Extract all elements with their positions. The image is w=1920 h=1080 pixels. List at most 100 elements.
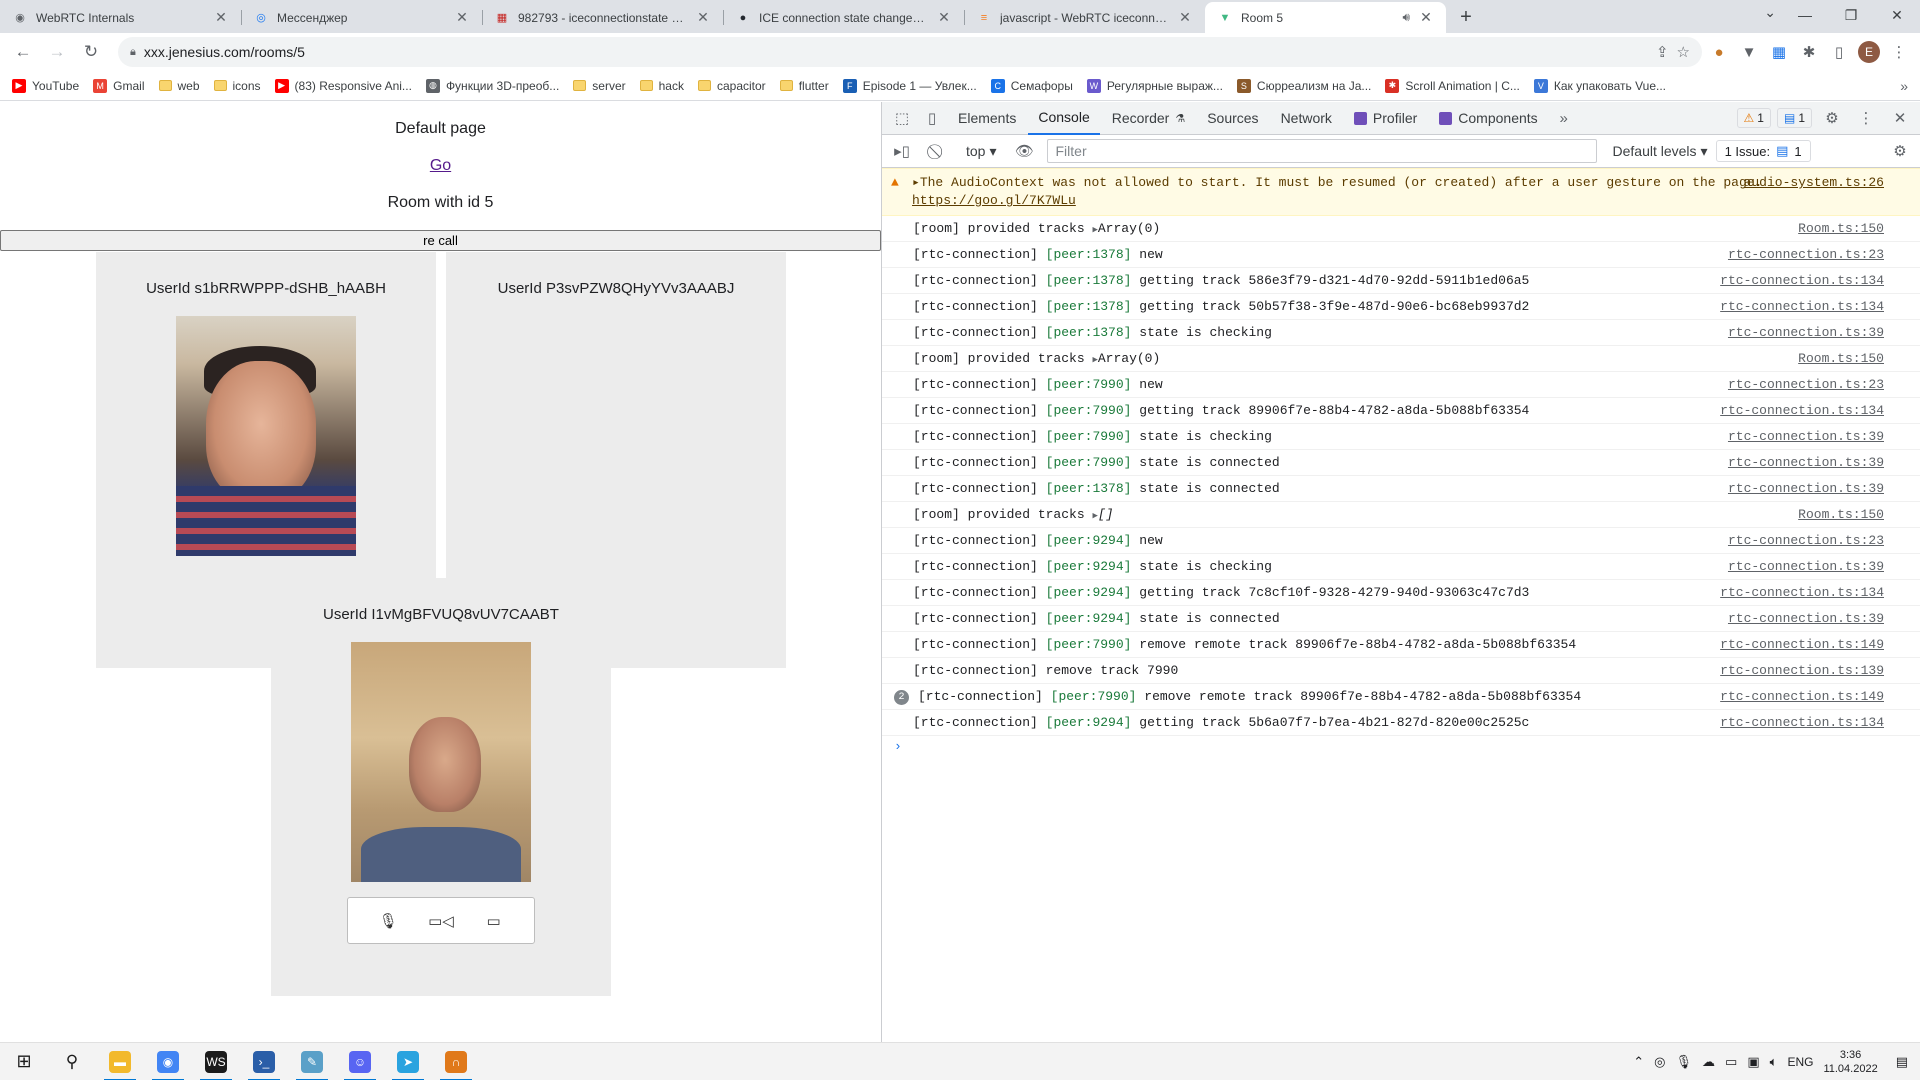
notifications-icon[interactable]: ▤ [1896, 1054, 1908, 1070]
audio-playing-icon[interactable]: 🔊︎ [1402, 10, 1410, 25]
microphone-icon[interactable]: 🎙︎ [376, 909, 400, 933]
warning-count-badge[interactable]: ⚠ 1 [1736, 108, 1771, 128]
bookmark-label[interactable]: Регулярные выраж... [1107, 79, 1223, 93]
telegram-icon[interactable]: ➤ [397, 1050, 419, 1073]
log-source-link[interactable]: rtc-connection.ts:134 [1720, 710, 1884, 735]
profile-avatar[interactable]: E [1856, 39, 1882, 65]
bookmark-label[interactable]: icons [233, 79, 261, 93]
bookmark-label[interactable]: Gmail [113, 79, 144, 93]
minimize-icon[interactable]: — [1782, 0, 1828, 30]
tab-title[interactable]: 982793 - iceconnectionstate doe [518, 11, 687, 25]
taskbar-app[interactable]: WS [192, 1043, 240, 1080]
context-label[interactable]: top [966, 143, 985, 159]
address-bar[interactable]: 🔒︎ xxx.jenesius.com/rooms/5 ⇪ ☆ [118, 37, 1702, 67]
devtools-menu-icon[interactable]: ⋮ [1852, 104, 1880, 132]
bookmark-label[interactable]: Семафоры [1011, 79, 1073, 93]
settings-gear-icon[interactable]: ⚙ [1818, 104, 1846, 132]
close-tab-icon[interactable]: ✕ [1177, 9, 1193, 26]
bookmark-label[interactable]: Функции 3D-преоб... [446, 79, 559, 93]
log-levels-dropdown[interactable]: Default levels ▾ [1613, 143, 1708, 160]
side-panel-icon[interactable]: ▯ [1826, 39, 1852, 65]
bookmark-item[interactable]: icons [213, 79, 261, 93]
bookmark-label[interactable]: Scroll Animation | C... [1405, 79, 1520, 93]
log-source-link[interactable]: Room.ts:150 [1798, 346, 1884, 371]
taskbar-app[interactable]: ✎ [288, 1043, 336, 1080]
issues-label[interactable]: 1 Issue: [1725, 144, 1771, 159]
bookmark-label[interactable]: server [592, 79, 625, 93]
file-explorer-icon[interactable]: ▬ [109, 1050, 131, 1073]
microphone-icon[interactable]: 🎙︎ [1676, 1054, 1693, 1070]
menu-kebab-icon[interactable]: ⋮ [1886, 39, 1912, 65]
powershell-icon[interactable]: ›_ [253, 1050, 275, 1073]
bookmark-label[interactable]: Как упаковать Vue... [1554, 79, 1666, 93]
log-source-link[interactable]: rtc-connection.ts:134 [1720, 268, 1884, 293]
log-source-link[interactable]: rtc-connection.ts:149 [1720, 684, 1884, 709]
bookmark-label[interactable]: (83) Responsive Ani... [295, 79, 412, 93]
log-source-link[interactable]: rtc-connection.ts:39 [1728, 450, 1884, 475]
issues-button[interactable]: 1 Issue: ▤ 1 [1715, 140, 1811, 162]
tab-label[interactable]: Recorder [1112, 110, 1170, 126]
log-source-link[interactable]: rtc-connection.ts:39 [1728, 424, 1884, 449]
bookmark-label[interactable]: flutter [799, 79, 829, 93]
live-expression-eye-icon[interactable]: 👁︎ [1011, 137, 1039, 165]
bookmark-item[interactable]: capacitor [697, 79, 766, 93]
log-source-link[interactable]: rtc-connection.ts:134 [1720, 398, 1884, 423]
back-icon[interactable]: ← [8, 37, 38, 67]
bookmark-label[interactable]: Episode 1 — Увлек... [863, 79, 977, 93]
tab-label[interactable]: Components [1458, 110, 1537, 126]
bookmark-item[interactable]: F Episode 1 — Увлек... [842, 78, 977, 93]
tab-sources[interactable]: Sources [1197, 102, 1268, 135]
bookmarks-overflow-icon[interactable]: » [1900, 78, 1908, 94]
go-link[interactable]: Go [0, 157, 881, 175]
log-source-link[interactable]: rtc-connection.ts:39 [1728, 606, 1884, 631]
log-source-link[interactable]: Room.ts:150 [1798, 216, 1884, 241]
log-source-link[interactable]: rtc-connection.ts:134 [1720, 580, 1884, 605]
taskbar-app[interactable]: ∩ [432, 1043, 480, 1080]
bookmark-item[interactable]: M Gmail [93, 78, 145, 93]
log-source-link[interactable]: rtc-connection.ts:23 [1728, 528, 1884, 553]
tab-label[interactable]: Console [1038, 109, 1089, 125]
bookmark-item[interactable]: S Сюрреализм на Ja... [1236, 78, 1371, 93]
browser-tab[interactable]: ◎ Мессенджер ✕ [241, 2, 482, 33]
log-source-link[interactable]: rtc-connection.ts:23 [1728, 372, 1884, 397]
close-tab-icon[interactable]: ✕ [213, 9, 229, 26]
close-tab-icon[interactable]: ✕ [1418, 9, 1434, 26]
cloud-icon[interactable]: ☁︎ [1702, 1054, 1715, 1070]
clear-console-icon[interactable]: ⃠ [924, 137, 952, 165]
search-button[interactable]: ⚲ [48, 1043, 96, 1080]
tab-elements[interactable]: Elements [948, 102, 1026, 135]
lock-icon[interactable]: 🔒︎ [130, 46, 136, 59]
tab-label[interactable]: Elements [958, 110, 1016, 126]
log-source-link[interactable]: rtc-connection.ts:149 [1720, 632, 1884, 657]
tab-title[interactable]: ICE connection state changes to [759, 11, 928, 25]
device-toolbar-icon[interactable]: ▯ [918, 104, 946, 132]
chevron-up-icon[interactable]: ⌃ [1633, 1054, 1644, 1070]
log-object-preview[interactable]: Array(0) [1098, 351, 1160, 366]
taskbar-app[interactable]: ◉ [144, 1043, 192, 1080]
bookmark-item[interactable]: ◍ Функции 3D-преоб... [425, 78, 559, 93]
start-button[interactable]: ⊞ [0, 1043, 48, 1080]
bookmark-item[interactable]: ▶ YouTube [12, 78, 79, 93]
tab-title[interactable]: javascript - WebRTC iceconnectic [1000, 11, 1169, 25]
colorpicker-extension-icon[interactable]: ▦ [1766, 39, 1792, 65]
bookmark-item[interactable]: flutter [779, 79, 829, 93]
more-tabs-icon[interactable]: » [1550, 104, 1578, 132]
log-source-link[interactable]: rtc-connection.ts:139 [1720, 658, 1884, 683]
tab-network[interactable]: Network [1271, 102, 1342, 135]
network-icon[interactable]: ▣ [1747, 1054, 1759, 1070]
bookmark-item[interactable]: ✱ Scroll Animation | C... [1385, 78, 1520, 93]
tab-profiler[interactable]: Profiler [1344, 102, 1427, 135]
vue-devtools-extension-icon[interactable]: ▼ [1736, 39, 1762, 65]
avatar[interactable]: E [1858, 41, 1880, 63]
sidebar-toggle-icon[interactable]: ▸▯ [888, 137, 916, 165]
console-filter-input[interactable]: Filter [1046, 139, 1597, 163]
warning-link[interactable]: https://goo.gl/7K7WLu [912, 193, 1076, 208]
bookmark-star-icon[interactable]: ☆ [1677, 43, 1690, 61]
taskbar-app[interactable]: ➤ [384, 1043, 432, 1080]
restore-icon[interactable]: ❐ [1828, 0, 1874, 30]
webcam-icon[interactable]: ◎ [1654, 1054, 1665, 1070]
tab-title[interactable]: Room 5 [1241, 11, 1394, 25]
log-source-link[interactable]: rtc-connection.ts:39 [1728, 554, 1884, 579]
log-source-link[interactable]: rtc-connection.ts:134 [1720, 294, 1884, 319]
taskbar-app[interactable]: ▬ [96, 1043, 144, 1080]
